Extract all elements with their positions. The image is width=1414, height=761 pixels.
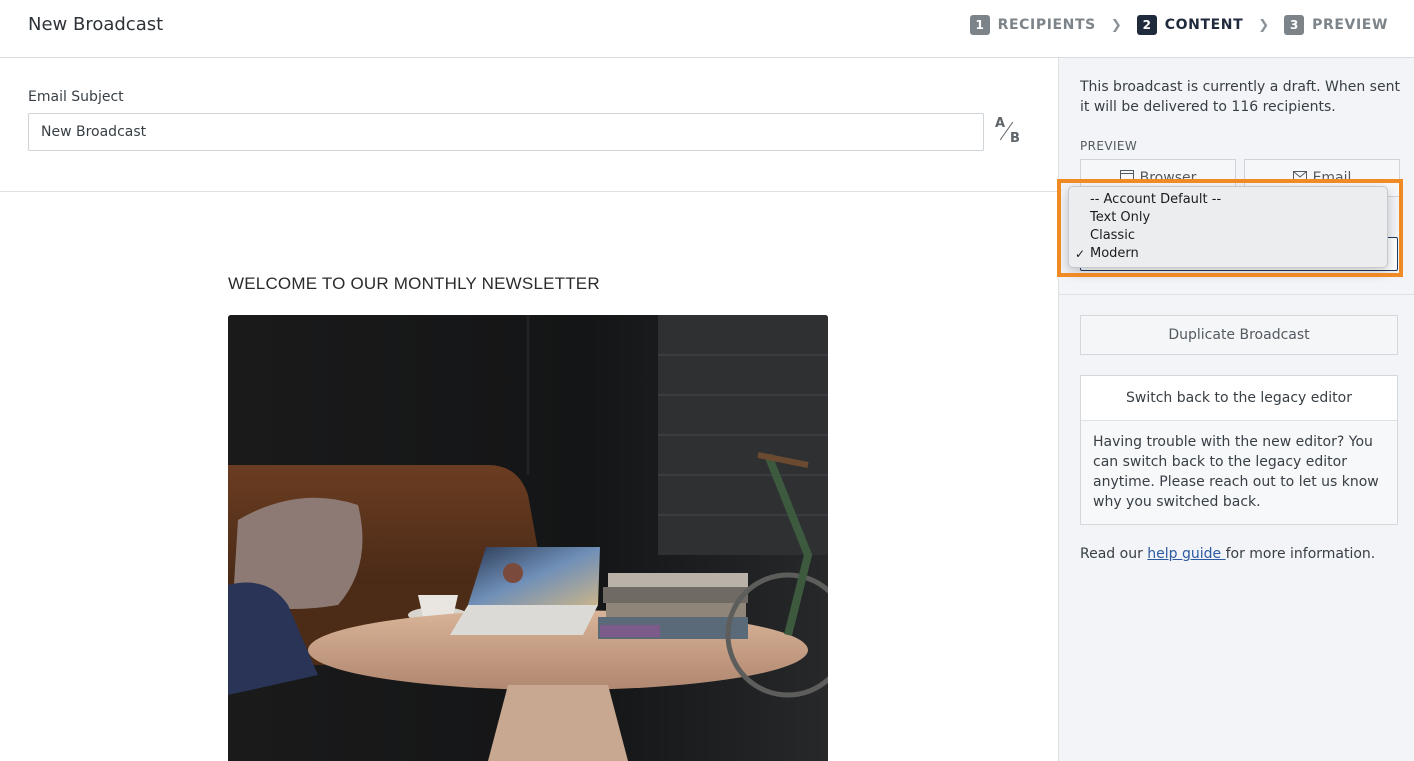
legacy-editor-help-text: Having trouble with the new editor? You … [1093, 434, 1379, 510]
legacy-editor-panel: Switch back to the legacy editor Having … [1080, 375, 1398, 525]
checkmark-icon: ✓ [1075, 247, 1086, 261]
dropdown-option[interactable]: -- Account Default -- [1069, 191, 1387, 209]
ab-a-letter: A [995, 116, 1006, 131]
sidebar: This broadcast is currently a draft. Whe… [1058, 58, 1414, 761]
step-recipients[interactable]: 1 RECIPIENTS [969, 15, 1096, 35]
dropdown-option-selected[interactable]: ✓ Modern [1069, 245, 1387, 263]
dropdown-option-label: Modern [1090, 246, 1139, 261]
newsletter-heading[interactable]: WELCOME TO OUR MONTHLY NEWSLETTER [228, 274, 600, 294]
switch-legacy-editor-button[interactable]: Switch back to the legacy editor [1081, 376, 1397, 421]
guide-suffix: for more information. [1225, 546, 1376, 562]
email-style-dropdown-menu: -- Account Default -- Text Only Classic … [1068, 186, 1388, 268]
ab-test-icon[interactable]: A B [993, 116, 1021, 148]
dropdown-option[interactable]: Classic [1069, 227, 1387, 245]
step-label: PREVIEW [1312, 17, 1388, 33]
chevron-right-icon: ❯ [1258, 17, 1270, 33]
ab-b-letter: B [1010, 131, 1020, 146]
draft-status-text: This broadcast is currently a draft. Whe… [1080, 79, 1400, 115]
editor-main: Email Subject New Broadcast A B WELCOME … [0, 58, 1058, 761]
step-content[interactable]: 2 CONTENT [1136, 15, 1244, 35]
step-label: CONTENT [1164, 17, 1244, 33]
guide-prefix: Read our [1080, 546, 1148, 562]
subject-section: Email Subject New Broadcast A B [0, 58, 1058, 192]
email-subject-input[interactable]: New Broadcast [28, 113, 984, 151]
help-guide-link[interactable]: help guide [1147, 546, 1225, 562]
help-guide-text: Read our help guide for more information… [1080, 546, 1375, 562]
divider [1059, 294, 1414, 295]
step-number: 3 [1284, 15, 1305, 35]
step-number: 1 [969, 15, 990, 35]
newsletter-image[interactable] [228, 315, 828, 761]
step-label: RECIPIENTS [997, 17, 1096, 33]
preview-browser-label: Browser [1139, 170, 1197, 186]
duplicate-broadcast-button[interactable]: Duplicate Broadcast [1080, 315, 1398, 355]
page-title: New Broadcast [28, 14, 164, 35]
preview-label: PREVIEW [1080, 139, 1138, 153]
email-subject-label: Email Subject [28, 89, 124, 105]
header-bar: New Broadcast 1 RECIPIENTS ❯ 2 CONTENT ❯… [0, 0, 1414, 58]
chevron-right-icon: ❯ [1110, 17, 1122, 33]
step-preview[interactable]: 3 PREVIEW [1284, 15, 1388, 35]
step-number: 2 [1136, 15, 1157, 35]
dropdown-option[interactable]: Text Only [1069, 209, 1387, 227]
preview-email-label: Email [1312, 170, 1352, 186]
step-navigation: 1 RECIPIENTS ❯ 2 CONTENT ❯ 3 PREVIEW [969, 15, 1388, 35]
